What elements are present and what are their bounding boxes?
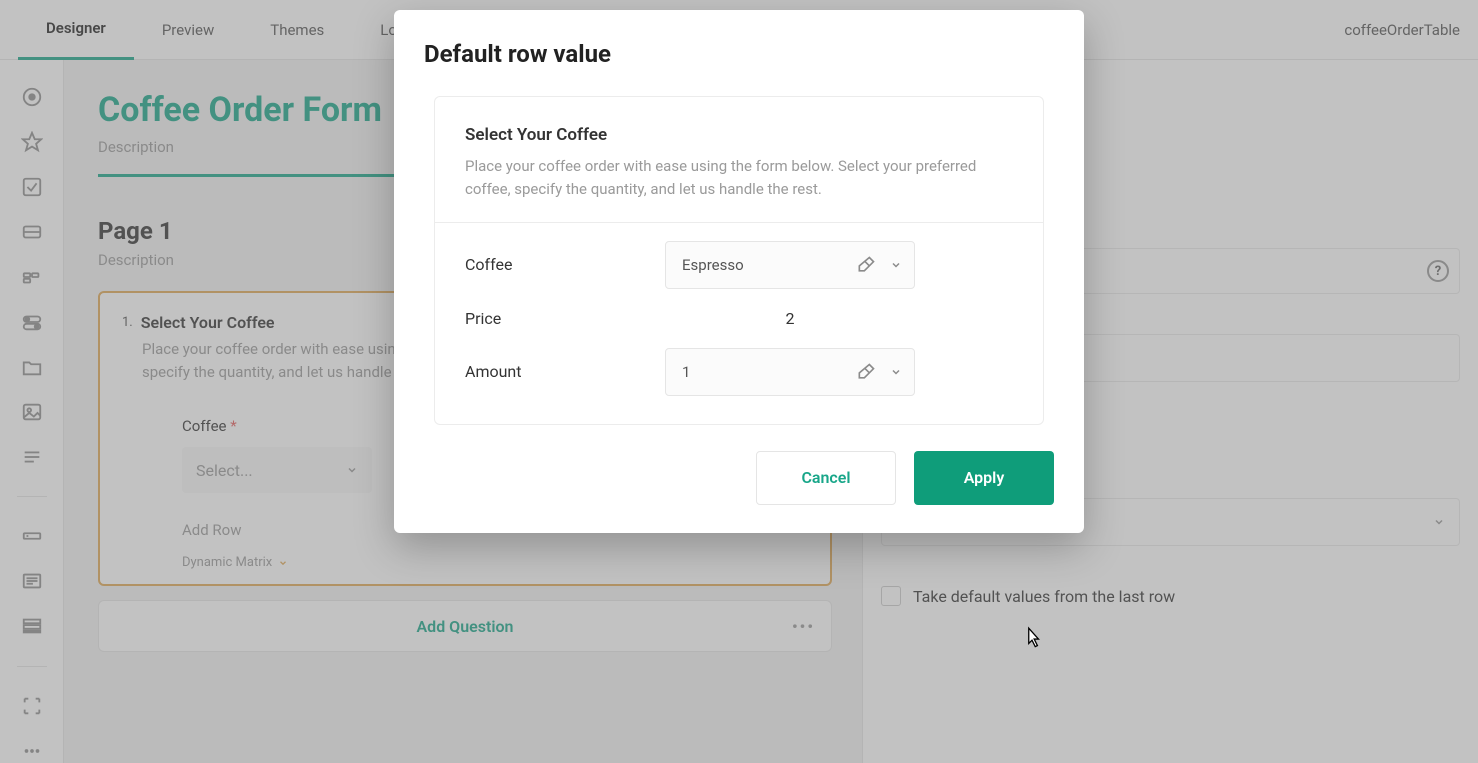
modal-card: Select Your Coffee Place your coffee ord… — [434, 96, 1044, 425]
default-row-value-modal: Default row value Select Your Coffee Pla… — [394, 10, 1084, 533]
chevron-down-icon — [890, 259, 902, 271]
apply-button[interactable]: Apply — [914, 451, 1054, 505]
modal-amount-value: 1 — [682, 363, 690, 381]
modal-card-heading: Select Your Coffee — [465, 125, 1013, 145]
modal-row-price-label: Price — [465, 309, 665, 328]
cancel-button[interactable]: Cancel — [756, 451, 896, 505]
modal-row-coffee: Coffee Espresso — [465, 241, 1013, 289]
modal-coffee-select[interactable]: Espresso — [665, 241, 915, 289]
chevron-down-icon — [890, 366, 902, 378]
modal-row-amount-label: Amount — [465, 362, 665, 381]
modal-amount-select[interactable]: 1 — [665, 348, 915, 396]
modal-row-coffee-label: Coffee — [465, 255, 665, 274]
modal-title: Default row value — [424, 40, 1054, 68]
eraser-icon[interactable] — [856, 255, 876, 275]
modal-footer: Cancel Apply — [424, 451, 1054, 505]
eraser-icon[interactable] — [856, 362, 876, 382]
modal-price-value: 2 — [665, 309, 915, 328]
modal-overlay: Default row value Select Your Coffee Pla… — [0, 0, 1478, 763]
modal-coffee-value: Espresso — [682, 256, 744, 274]
modal-card-subtitle: Place your coffee order with ease using … — [465, 155, 1013, 202]
modal-row-amount: Amount 1 — [465, 348, 1013, 396]
modal-row-price: Price 2 — [465, 309, 1013, 328]
modal-card-divider — [435, 222, 1043, 223]
